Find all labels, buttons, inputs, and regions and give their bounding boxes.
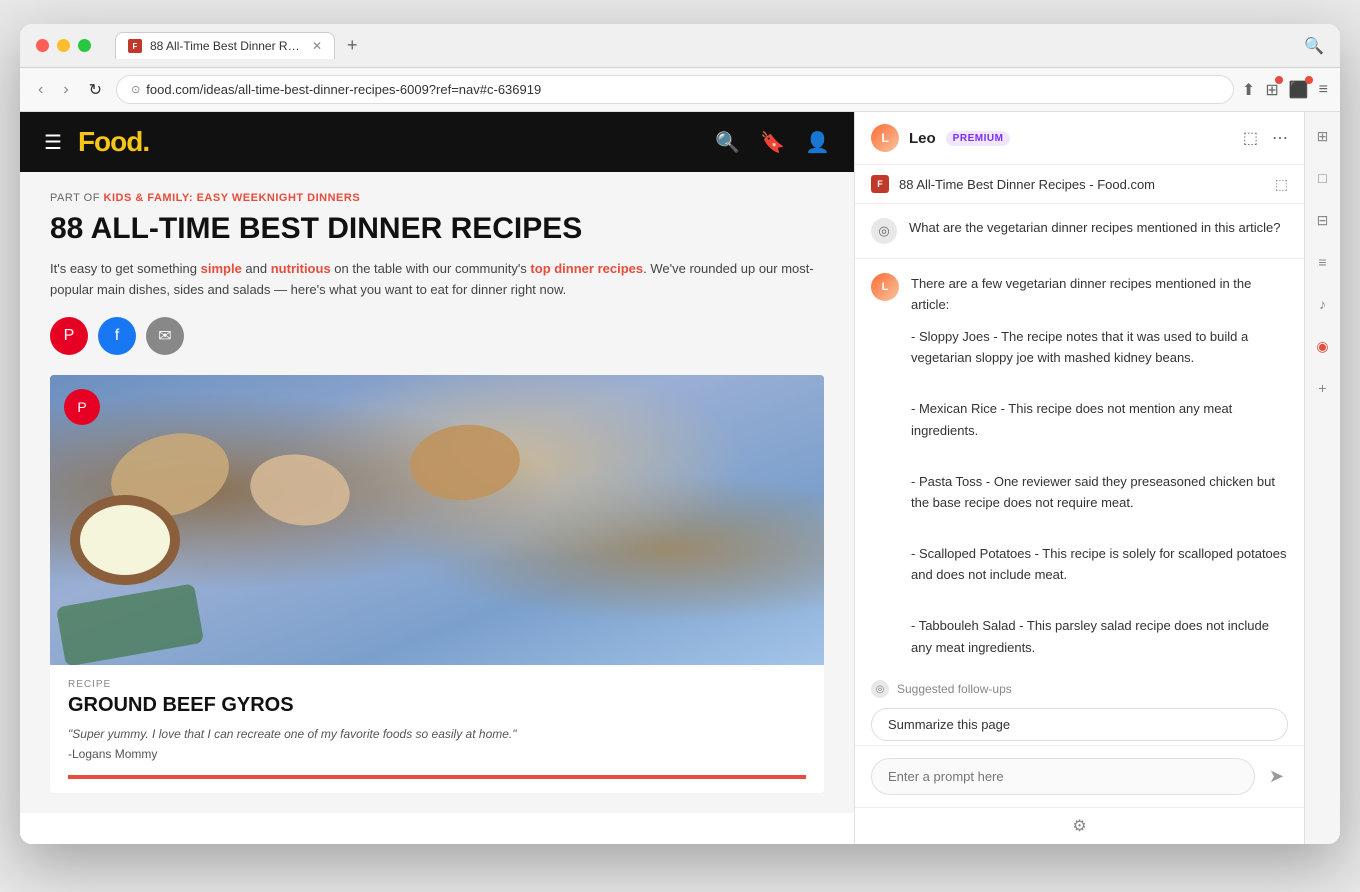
more-options-icon[interactable]: ⋯: [1272, 128, 1288, 148]
close-button[interactable]: [36, 39, 49, 52]
leo-settings-icon[interactable]: ⚙: [855, 807, 1304, 844]
suggested-followups-section: ◎ Suggested follow-ups Summarize this pa…: [855, 680, 1304, 745]
sidebar-icon-bookmarks[interactable]: ⊟: [1309, 206, 1337, 234]
user-question-text: What are the vegetarian dinner recipes m…: [909, 218, 1280, 238]
suggestion-button-1[interactable]: Summarize this page: [871, 708, 1288, 741]
share-icon[interactable]: ⬆: [1242, 80, 1255, 100]
minimize-button[interactable]: [57, 39, 70, 52]
sidebar-icon-tabs[interactable]: ⊞: [1309, 122, 1337, 150]
suggested-icon: ◎: [871, 680, 889, 698]
tabs-icon[interactable]: ⊞: [1265, 80, 1278, 100]
breadcrumb: PART OF KIDS & FAMILY: EASY WEEKNIGHT DI…: [50, 192, 824, 204]
leo-panel: L Leo PREMIUM ⬚ ⋯ F 88 All-Time Best Din…: [854, 112, 1304, 844]
recipe-author: -Logans Mommy: [68, 747, 806, 761]
back-button[interactable]: ‹: [32, 77, 49, 103]
user-avatar-icon: ◎: [871, 218, 897, 244]
ai-intro: There are a few vegetarian dinner recipe…: [911, 273, 1288, 316]
leo-input-area: ➤: [855, 745, 1304, 807]
ai-recipe-item-3: - Pasta Toss - One reviewer said they pr…: [911, 471, 1288, 514]
pinterest-share-button[interactable]: P: [50, 317, 88, 355]
traffic-lights: [36, 39, 91, 52]
lock-icon: ⊙: [131, 83, 140, 96]
site-header: ☰ Food. 🔍 🔖 👤: [20, 112, 854, 172]
bookmark-icon[interactable]: 🔖: [760, 130, 785, 155]
recipe-name[interactable]: GROUND BEEF GYROS: [68, 694, 806, 717]
leo-conversation[interactable]: F 88 All-Time Best Dinner Recipes - Food…: [855, 165, 1304, 745]
url-text: food.com/ideas/all-time-best-dinner-reci…: [146, 82, 541, 97]
recipe-card: P RECIPE GROUND BEEF GYROS "Super yummy.…: [50, 375, 824, 793]
forward-button[interactable]: ›: [57, 77, 74, 103]
article-title: 88 ALL-TIME BEST DINNER RECIPES: [50, 212, 824, 245]
browser-tab[interactable]: F 88 All-Time Best Dinner Reci... ✕: [115, 32, 335, 59]
leo-avatar: L: [871, 124, 899, 152]
main-content: ☰ Food. 🔍 🔖 👤 PART OF KIDS & FAMILY: EAS…: [20, 112, 1340, 844]
facebook-share-button[interactable]: f: [98, 317, 136, 355]
recipe-accent-bar: [68, 775, 806, 779]
search-icon[interactable]: 🔍: [715, 130, 740, 155]
ai-recipe-item-2: - Mexican Rice - This recipe does not me…: [911, 398, 1288, 441]
recipe-label: RECIPE: [68, 679, 806, 690]
address-bar[interactable]: ⊙ food.com/ideas/all-time-best-dinner-re…: [116, 75, 1234, 104]
ai-recipe-item-1: - Sloppy Joes - The recipe notes that it…: [911, 326, 1288, 369]
sidebar-icon-history[interactable]: ≡: [1309, 248, 1337, 276]
recipe-image: P: [50, 375, 824, 665]
page-ref-favicon: F: [871, 175, 889, 193]
recipe-info: RECIPE GROUND BEEF GYROS "Super yummy. I…: [50, 665, 824, 793]
menu-icon[interactable]: ≡: [1319, 81, 1328, 99]
premium-badge: PREMIUM: [946, 131, 1011, 146]
nav-right-icons: ⬆ ⊞ ⬛ ≡: [1242, 80, 1328, 100]
ai-avatar: L: [871, 273, 899, 301]
ai-recipe-item-4: - Scalloped Potatoes - This recipe is so…: [911, 543, 1288, 586]
ai-recipe-item-5: - Tabbouleh Salad - This parsley salad r…: [911, 615, 1288, 658]
social-share-buttons: P f ✉: [50, 317, 824, 355]
site-nav-icons: 🔍 🔖 👤: [715, 130, 830, 155]
leo-prompt-input[interactable]: [871, 758, 1255, 795]
reload-button[interactable]: ↻: [83, 76, 108, 104]
leo-header: L Leo PREMIUM ⬚ ⋯: [855, 112, 1304, 165]
user-message: ◎ What are the vegetarian dinner recipes…: [855, 204, 1304, 259]
titlebar: F 88 All-Time Best Dinner Reci... ✕ + 🔍: [20, 24, 1340, 68]
tab-favicon: F: [128, 39, 142, 53]
email-share-button[interactable]: ✉: [146, 317, 184, 355]
notification-dot-2: [1305, 76, 1313, 84]
ai-response-text: There are a few vegetarian dinner recipe…: [911, 273, 1288, 666]
tab-close-button[interactable]: ✕: [312, 39, 322, 53]
share-conversation-icon[interactable]: ⬚: [1243, 128, 1258, 148]
recipe-quote: "Super yummy. I love that I can recreate…: [68, 725, 806, 743]
notification-dot: [1275, 76, 1283, 84]
sidebar-icon-music[interactable]: ♪: [1309, 290, 1337, 318]
maximize-button[interactable]: [78, 39, 91, 52]
webpage[interactable]: ☰ Food. 🔍 🔖 👤 PART OF KIDS & FAMILY: EAS…: [20, 112, 854, 844]
new-tab-button[interactable]: +: [343, 35, 362, 56]
article-body: PART OF KIDS & FAMILY: EASY WEEKNIGHT DI…: [20, 172, 854, 813]
suggested-followups-label: ◎ Suggested follow-ups: [871, 680, 1288, 698]
user-icon[interactable]: 👤: [805, 130, 830, 155]
sidebar-icon-leo-active[interactable]: ◉: [1309, 332, 1337, 360]
tabs-bar: F 88 All-Time Best Dinner Reci... ✕ +: [115, 32, 1304, 59]
site-logo: Food.: [78, 126, 149, 158]
sidebar-icon-add[interactable]: +: [1309, 374, 1337, 402]
tab-title: 88 All-Time Best Dinner Reci...: [150, 39, 304, 53]
leo-header-icons: ⬚ ⋯: [1243, 128, 1288, 148]
navbar: ‹ › ↻ ⊙ food.com/ideas/all-time-best-din…: [20, 68, 1340, 112]
page-ref-action-icon[interactable]: ⬚: [1275, 176, 1288, 193]
food-photo: [50, 375, 824, 665]
sidebar-icon-reading[interactable]: □: [1309, 164, 1337, 192]
sidebar-right: ⊞ □ ⊟ ≡ ♪ ◉ +: [1304, 112, 1340, 844]
leo-name: Leo: [909, 130, 936, 147]
leo-send-button[interactable]: ➤: [1265, 762, 1288, 791]
hamburger-icon[interactable]: ☰: [44, 130, 62, 155]
page-ref-title: 88 All-Time Best Dinner Recipes - Food.c…: [899, 177, 1265, 192]
article-description: It's easy to get something simple and nu…: [50, 259, 824, 301]
ai-response: L There are a few vegetarian dinner reci…: [855, 259, 1304, 680]
profile-icon[interactable]: ⬛: [1289, 80, 1309, 100]
pin-button[interactable]: P: [64, 389, 100, 425]
logo-container: ☰ Food.: [44, 126, 149, 158]
page-reference-bar: F 88 All-Time Best Dinner Recipes - Food…: [855, 165, 1304, 204]
titlebar-search-icon[interactable]: 🔍: [1304, 36, 1324, 56]
